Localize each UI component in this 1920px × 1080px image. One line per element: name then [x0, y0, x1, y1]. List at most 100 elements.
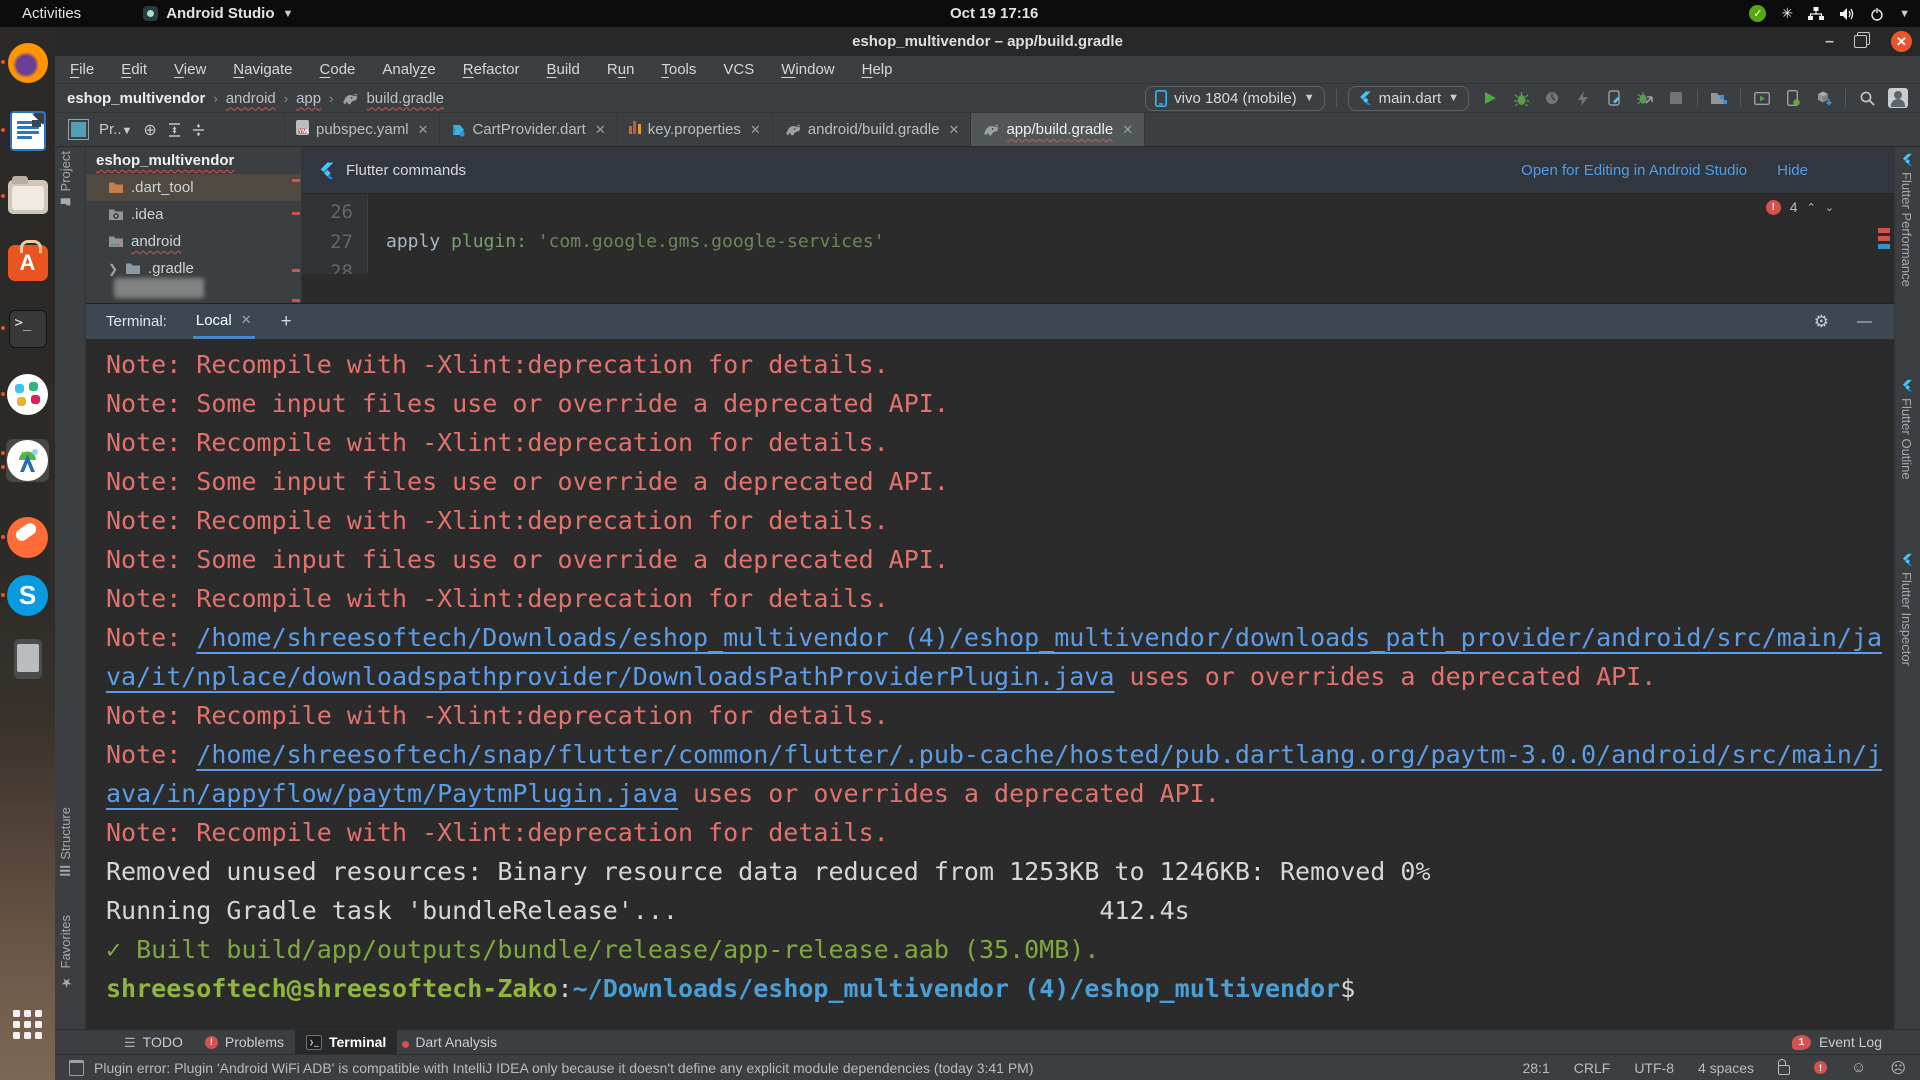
tab-key-properties[interactable]: key.properties✕: [618, 113, 773, 146]
tab-pubspec-yaml[interactable]: YMLpubspec.yaml✕: [285, 113, 440, 146]
profile-button[interactable]: [1542, 88, 1562, 108]
indent-setting[interactable]: 4 spaces: [1698, 1060, 1754, 1076]
menu-item-view[interactable]: View: [174, 61, 206, 78]
tree-row[interactable]: .idea: [86, 201, 301, 228]
expand-all-icon[interactable]: [168, 123, 181, 137]
device-selector[interactable]: vivo 1804 (mobile) ▼: [1145, 86, 1324, 111]
maximize-button[interactable]: [1854, 35, 1867, 48]
tab-android-build-gradle[interactable]: android/build.gradle✕: [773, 113, 972, 146]
toolwindow-toggle-icon[interactable]: [69, 1060, 84, 1076]
tool-strip-tab-structure[interactable]: Structure: [58, 807, 73, 876]
menu-item-build[interactable]: Build: [546, 61, 579, 78]
breadcrumb-item[interactable]: android: [226, 90, 276, 107]
menu-item-navigate[interactable]: Navigate: [233, 61, 292, 78]
hot-reload-button[interactable]: [1604, 88, 1624, 108]
tree-row[interactable]: android: [86, 228, 301, 255]
bottom-tab-dart-analysis[interactable]: Dart Analysis: [397, 1030, 508, 1054]
close-icon[interactable]: ✕: [241, 312, 252, 328]
device-manager-button[interactable]: [1783, 88, 1803, 108]
next-error-icon[interactable]: ⌄: [1825, 201, 1834, 214]
chevron-right-icon[interactable]: ❯: [108, 262, 118, 276]
attach-profiler-icon[interactable]: [1573, 88, 1593, 108]
error-status-icon[interactable]: !: [1814, 1061, 1827, 1074]
breadcrumb-item[interactable]: eshop_multivendor: [67, 90, 205, 107]
lock-icon[interactable]: [1778, 1065, 1790, 1075]
sdk-manager-button[interactable]: [1814, 88, 1834, 108]
menu-item-edit[interactable]: Edit: [121, 61, 147, 78]
dock-item-android-studio[interactable]: [6, 439, 49, 482]
terminal-tab-local[interactable]: Local ✕: [193, 304, 255, 339]
menu-item-help[interactable]: Help: [862, 61, 893, 78]
sad-face-icon[interactable]: ☹: [1890, 1059, 1906, 1077]
bottom-tab-terminal[interactable]: ❯_Terminal: [295, 1030, 397, 1054]
close-icon[interactable]: ✕: [949, 122, 960, 138]
tree-row[interactable]: .dart_tool: [86, 174, 301, 201]
error-indicator[interactable]: ! 4 ⌃ ⌄: [1766, 199, 1834, 215]
power-icon[interactable]: [1870, 7, 1884, 21]
tab-app-build-gradle[interactable]: app/build.gradle✕: [971, 113, 1145, 146]
menu-item-tools[interactable]: Tools: [661, 61, 696, 78]
tool-strip-tab-flutter-outline[interactable]: Flutter Outline: [1899, 379, 1914, 480]
bottom-tab-problems[interactable]: !Problems: [194, 1030, 295, 1054]
bottom-tab-todo[interactable]: ☰TODO: [113, 1030, 194, 1054]
close-icon[interactable]: ✕: [418, 122, 429, 138]
encoding[interactable]: UTF-8: [1634, 1060, 1674, 1076]
terminal-output[interactable]: Note: Recompile with -Xlint:deprecation …: [86, 339, 1894, 1029]
close-icon[interactable]: ✕: [595, 122, 606, 138]
user-avatar[interactable]: [1888, 88, 1908, 108]
dock-item-app-grid[interactable]: [6, 1003, 49, 1046]
project-structure-button[interactable]: [1709, 88, 1729, 108]
volume-icon[interactable]: [1839, 7, 1855, 21]
clock[interactable]: Oct 19 17:16: [950, 0, 1038, 27]
dock-item-terminal[interactable]: >_: [6, 307, 49, 350]
tab-cartprovider-dart[interactable]: CartProvider.dart✕: [440, 113, 617, 146]
open-in-android-studio-link[interactable]: Open for Editing in Android Studio: [1521, 162, 1747, 179]
chevron-down-icon[interactable]: ▼: [1899, 8, 1910, 20]
minimize-panel-icon[interactable]: —: [1857, 313, 1872, 330]
code-area[interactable]: 262728 apply plugin: 'com.google.gms.goo…: [302, 194, 1894, 274]
dock-item-firefox[interactable]: [6, 41, 49, 84]
locate-file-button[interactable]: ⊕: [143, 120, 156, 140]
close-icon[interactable]: ✕: [1122, 122, 1133, 138]
search-everywhere-button[interactable]: [1857, 88, 1877, 108]
project-view-selector[interactable]: Pr..▼: [99, 121, 132, 138]
tool-strip-tab-flutter-performance[interactable]: Flutter Performance: [1899, 153, 1914, 287]
breadcrumb-item[interactable]: app: [296, 90, 321, 107]
prev-error-icon[interactable]: ⌃: [1807, 201, 1816, 214]
dock-item-phone[interactable]: [6, 637, 49, 680]
dock-item-skype[interactable]: S: [6, 574, 49, 617]
status-message[interactable]: Plugin error: Plugin 'Android WiFi ADB' …: [94, 1060, 1034, 1076]
dock-item-postman[interactable]: [6, 516, 49, 559]
terminal-file-link[interactable]: ava/in/appyflow/paytm/PaytmPlugin.java: [106, 779, 678, 808]
hide-banner-link[interactable]: Hide: [1777, 162, 1808, 179]
terminal-settings-icon[interactable]: ⚙: [1814, 312, 1829, 332]
dock-item-files[interactable]: [6, 175, 49, 218]
slack-tray-icon[interactable]: ✳: [1781, 5, 1793, 22]
collapse-all-icon[interactable]: [192, 123, 205, 137]
hot-restart-button[interactable]: [1635, 88, 1655, 108]
close-icon[interactable]: ✕: [750, 122, 761, 138]
new-terminal-button[interactable]: +: [281, 311, 292, 333]
happy-face-icon[interactable]: ☺: [1851, 1059, 1866, 1076]
menu-item-vcs[interactable]: VCS: [723, 61, 754, 78]
avd-manager-button[interactable]: [1752, 88, 1772, 108]
activities-button[interactable]: Activities: [22, 5, 81, 22]
menu-item-analyze[interactable]: Analyze: [382, 61, 435, 78]
tree-row[interactable]: eshop_multivendor: [86, 147, 301, 174]
terminal-file-link[interactable]: /home/shreesoftech/Downloads/eshop_multi…: [196, 623, 1882, 652]
menu-item-file[interactable]: File: [70, 61, 94, 78]
tool-strip-tab-favorites[interactable]: ★Favorites: [58, 915, 73, 989]
menu-item-window[interactable]: Window: [781, 61, 834, 78]
app-menu[interactable]: Android Studio ▼: [143, 5, 293, 22]
event-log-button[interactable]: 1Event Log: [1792, 1034, 1882, 1050]
dock-item-slack[interactable]: [6, 373, 49, 416]
line-ending[interactable]: CRLF: [1574, 1060, 1611, 1076]
run-config-selector[interactable]: main.dart ▼: [1348, 86, 1469, 111]
network-icon[interactable]: [1808, 7, 1824, 21]
run-button[interactable]: [1480, 88, 1500, 108]
debug-button[interactable]: [1511, 88, 1531, 108]
terminal-file-link[interactable]: /home/shreesoftech/snap/flutter/common/f…: [196, 740, 1882, 769]
terminal-file-link[interactable]: va/it/nplace/downloadspathprovider/Downl…: [106, 662, 1114, 691]
window-title-bar[interactable]: eshop_multivendor – app/build.gradle – ✕: [55, 27, 1920, 56]
updates-ok-icon[interactable]: ✓: [1749, 5, 1766, 22]
